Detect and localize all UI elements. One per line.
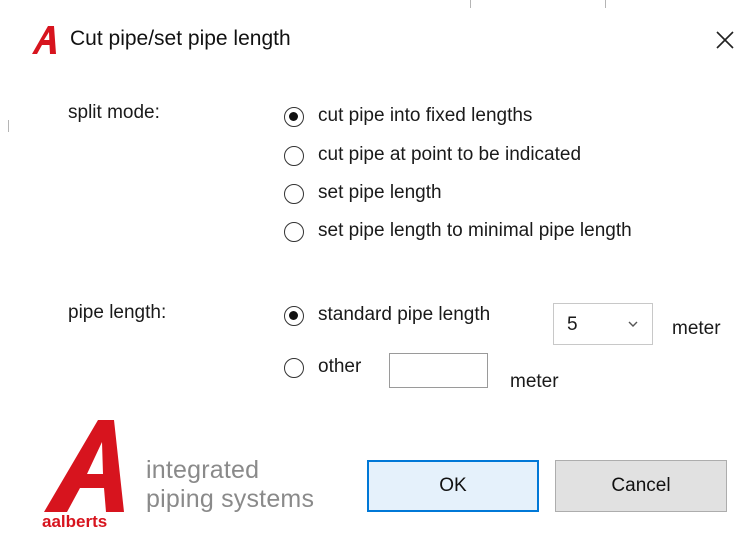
- background-tick: [470, 0, 471, 8]
- cut-pipe-dialog: Cut pipe/set pipe length split mode: cut…: [0, 0, 753, 544]
- radio-label-set-minimal-length[interactable]: set pipe length to minimal pipe length: [318, 220, 632, 242]
- cancel-button[interactable]: Cancel: [555, 460, 727, 512]
- radio-set-minimal-length[interactable]: [284, 222, 304, 242]
- chevron-down-icon: [628, 321, 638, 327]
- close-button[interactable]: [705, 20, 745, 60]
- standard-length-select[interactable]: 5: [553, 303, 653, 345]
- split-mode-label: split mode:: [68, 102, 160, 123]
- radio-label-standard-pipe-length[interactable]: standard pipe length: [318, 304, 490, 326]
- tagline-line-2: piping systems: [146, 485, 315, 513]
- radio-standard-pipe-length[interactable]: [284, 306, 304, 326]
- radio-label-cut-at-point[interactable]: cut pipe at point to be indicated: [318, 144, 581, 166]
- aalberts-app-icon: [32, 26, 56, 54]
- background-tick: [605, 0, 606, 8]
- title-bar: Cut pipe/set pipe length: [0, 0, 753, 70]
- radio-other-length[interactable]: [284, 358, 304, 378]
- radio-cut-at-point[interactable]: [284, 146, 304, 166]
- background-tick: [8, 120, 9, 132]
- other-length-unit: meter: [510, 371, 559, 392]
- standard-length-value: 5: [567, 314, 578, 335]
- ok-button[interactable]: OK: [367, 460, 539, 512]
- radio-set-pipe-length[interactable]: [284, 184, 304, 204]
- radio-label-other-length[interactable]: other: [318, 356, 361, 378]
- close-icon: [716, 31, 734, 49]
- radio-label-set-pipe-length[interactable]: set pipe length: [318, 182, 442, 204]
- tagline-line-1: integrated: [146, 456, 260, 484]
- radio-cut-fixed-lengths[interactable]: [284, 107, 304, 127]
- brand-name: aalberts: [42, 512, 108, 531]
- radio-label-cut-fixed-lengths[interactable]: cut pipe into fixed lengths: [318, 105, 532, 127]
- pipe-length-label: pipe length:: [68, 302, 167, 323]
- standard-length-unit: meter: [672, 318, 721, 339]
- other-length-input[interactable]: [389, 353, 488, 388]
- window-title: Cut pipe/set pipe length: [70, 27, 291, 50]
